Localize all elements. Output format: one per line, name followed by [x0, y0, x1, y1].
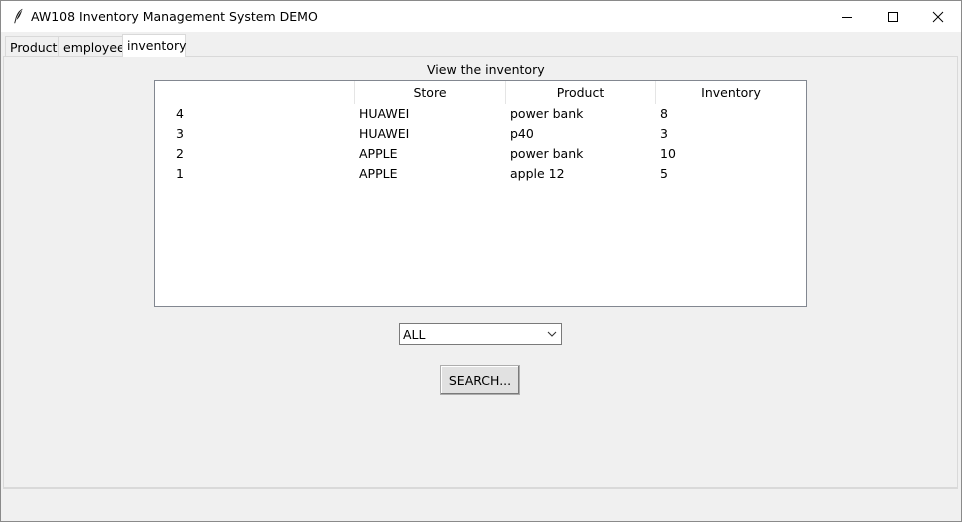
feather-icon: [14, 8, 23, 24]
column-header-store[interactable]: Store: [355, 81, 506, 104]
cell-inventory: 10: [660, 146, 676, 161]
tab-label: employee: [63, 40, 125, 55]
tab-inventory[interactable]: inventory: [122, 34, 187, 57]
inventory-view-label: View the inventory: [427, 62, 545, 77]
cell-inventory: 3: [660, 126, 668, 141]
cell-store: HUAWEI: [359, 126, 410, 141]
cell-id: 1: [176, 166, 184, 181]
cell-product: power bank: [510, 146, 584, 161]
table-row[interactable]: 2 APPLE power bank 10: [155, 144, 806, 164]
minimize-button[interactable]: [824, 1, 870, 32]
maximize-button[interactable]: [870, 1, 916, 32]
cell-product: p40: [510, 126, 534, 141]
chevron-down-icon[interactable]: [547, 330, 557, 338]
column-header-product[interactable]: Product: [506, 81, 656, 104]
column-header-id[interactable]: [155, 81, 355, 104]
table-header: Store Product Inventory: [155, 81, 806, 104]
store-filter-value: ALL: [403, 327, 426, 342]
cell-store: APPLE: [359, 146, 398, 161]
cell-inventory: 5: [660, 166, 668, 181]
cell-store: HUAWEI: [359, 106, 410, 121]
store-filter-select[interactable]: ALL: [399, 323, 562, 345]
title-bar[interactable]: AW108 Inventory Management System DEMO: [1, 1, 961, 32]
cell-store: APPLE: [359, 166, 398, 181]
maximize-icon: [888, 11, 898, 22]
minimize-icon: [842, 16, 852, 18]
tab-label: inventory: [127, 38, 187, 53]
table-row[interactable]: 1 APPLE apple 12 5: [155, 164, 806, 184]
cell-id: 2: [176, 146, 184, 161]
tab-product[interactable]: Product: [5, 36, 59, 56]
cell-product: apple 12: [510, 166, 565, 181]
app-window: AW108 Inventory Management System DEMO P…: [0, 0, 962, 522]
cell-id: 3: [176, 126, 184, 141]
cell-inventory: 8: [660, 106, 668, 121]
table-row[interactable]: 4 HUAWEI power bank 8: [155, 104, 806, 124]
tab-label: Product: [10, 40, 58, 55]
panel-bottom-divider: [3, 488, 958, 489]
table-row[interactable]: 3 HUAWEI p40 3: [155, 124, 806, 144]
close-icon: [932, 11, 944, 22]
search-button[interactable]: SEARCH...: [440, 365, 520, 395]
tab-employee[interactable]: employee: [58, 36, 125, 56]
cell-id: 4: [176, 106, 184, 121]
inventory-table[interactable]: Store Product Inventory 4 HUAWEI power b…: [154, 80, 807, 307]
column-header-inventory[interactable]: Inventory: [656, 81, 806, 104]
window-title: AW108 Inventory Management System DEMO: [31, 9, 318, 24]
close-button[interactable]: [915, 1, 961, 32]
cell-product: power bank: [510, 106, 584, 121]
